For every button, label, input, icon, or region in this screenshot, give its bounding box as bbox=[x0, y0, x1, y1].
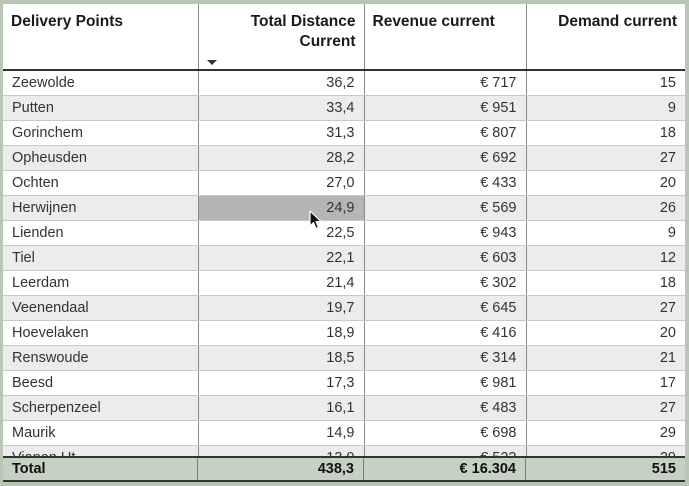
table-row[interactable]: Renswoude 18,5 € 314 21 bbox=[3, 345, 685, 371]
cell-total-distance[interactable]: 17,3 bbox=[198, 370, 365, 396]
table-row[interactable]: Veenendaal 19,7 € 645 27 bbox=[3, 295, 685, 321]
column-header-label: Delivery Points bbox=[11, 13, 123, 30]
cell-total-distance[interactable]: 16,1 bbox=[198, 395, 365, 421]
cell-delivery-point[interactable]: Renswoude bbox=[3, 345, 199, 371]
cell-revenue[interactable]: € 645 bbox=[364, 295, 527, 321]
cell-demand[interactable]: 18 bbox=[526, 120, 685, 146]
cell-revenue[interactable]: € 433 bbox=[364, 170, 527, 196]
cell-delivery-point[interactable]: Veenendaal bbox=[3, 295, 199, 321]
cell-total-distance[interactable]: 36,2 bbox=[198, 70, 365, 96]
cell-revenue[interactable]: € 717 bbox=[364, 70, 527, 96]
cell-total-distance[interactable]: 22,5 bbox=[198, 220, 365, 246]
table-body: Zeewolde 36,2 € 717 15 Putten 33,4 € 951 9 Gorin… bbox=[3, 70, 685, 471]
column-header-label: Revenue current bbox=[372, 13, 495, 30]
cell-total-distance[interactable]: 18,9 bbox=[198, 320, 365, 346]
table-row[interactable]: Beesd 17,3 € 981 17 bbox=[3, 370, 685, 396]
table-row[interactable]: Maurik 14,9 € 698 29 bbox=[3, 420, 685, 446]
column-header-label: Total Distance Current bbox=[250, 13, 356, 50]
cell-demand[interactable]: 27 bbox=[526, 295, 685, 321]
cell-total-distance[interactable]: 31,3 bbox=[198, 120, 365, 146]
cell-demand[interactable]: 9 bbox=[526, 220, 685, 246]
cell-delivery-point[interactable]: Scherpenzeel bbox=[3, 395, 199, 421]
cell-delivery-point[interactable]: Maurik bbox=[3, 420, 199, 446]
cell-demand[interactable]: 15 bbox=[526, 70, 685, 96]
cell-delivery-point[interactable]: Zeewolde bbox=[3, 70, 199, 96]
cell-revenue[interactable]: € 603 bbox=[364, 245, 527, 271]
cell-total-distance[interactable]: 27,0 bbox=[198, 170, 365, 196]
cell-delivery-point[interactable]: Opheusden bbox=[3, 145, 199, 171]
cell-demand[interactable]: 20 bbox=[526, 170, 685, 196]
mouse-pointer-icon bbox=[309, 210, 322, 230]
cell-revenue[interactable]: € 698 bbox=[364, 420, 527, 446]
total-label: Total bbox=[3, 458, 198, 480]
table-row[interactable]: Gorinchem 31,3 € 807 18 bbox=[3, 120, 685, 146]
cell-demand[interactable]: 21 bbox=[526, 345, 685, 371]
cell-delivery-point[interactable]: Lienden bbox=[3, 220, 199, 246]
cell-revenue[interactable]: € 943 bbox=[364, 220, 527, 246]
table-row[interactable]: Zeewolde 36,2 € 717 15 bbox=[3, 70, 685, 96]
table-row[interactable]: Opheusden 28,2 € 692 27 bbox=[3, 145, 685, 171]
cell-revenue[interactable]: € 692 bbox=[364, 145, 527, 171]
cell-total-distance[interactable]: 22,1 bbox=[198, 245, 365, 271]
cell-delivery-point[interactable]: Leerdam bbox=[3, 270, 199, 296]
cell-demand[interactable]: 20 bbox=[526, 320, 685, 346]
total-distance: 438,3 bbox=[198, 458, 364, 480]
cell-delivery-point[interactable]: Putten bbox=[3, 95, 199, 121]
cell-demand[interactable]: 12 bbox=[526, 245, 685, 271]
cell-demand[interactable]: 18 bbox=[526, 270, 685, 296]
total-row: Total 438,3 € 16.304 515 bbox=[3, 456, 685, 482]
column-header-total-distance[interactable]: Total Distance Current bbox=[198, 4, 365, 71]
table-row[interactable]: Ochten 27,0 € 433 20 bbox=[3, 170, 685, 196]
table-row[interactable]: Herwijnen 24,9 € 569 26 bbox=[3, 195, 685, 221]
table-row[interactable]: Leerdam 21,4 € 302 18 bbox=[3, 270, 685, 296]
cell-delivery-point[interactable]: Herwijnen bbox=[3, 195, 199, 221]
total-demand: 515 bbox=[651, 461, 676, 477]
table-row[interactable]: Tiel 22,1 € 603 12 bbox=[3, 245, 685, 271]
data-table: Delivery Points Total Distance Current R… bbox=[3, 4, 685, 471]
cell-demand[interactable]: 27 bbox=[526, 145, 685, 171]
table-row[interactable]: Scherpenzeel 16,1 € 483 27 bbox=[3, 395, 685, 421]
cell-total-distance[interactable]: 14,9 bbox=[198, 420, 365, 446]
cell-total-distance[interactable]: 33,4 bbox=[198, 95, 365, 121]
cell-revenue[interactable]: € 981 bbox=[364, 370, 527, 396]
table-row[interactable]: Hoevelaken 18,9 € 416 20 bbox=[3, 320, 685, 346]
cell-delivery-point[interactable]: Beesd bbox=[3, 370, 199, 396]
cell-demand[interactable]: 9 bbox=[526, 95, 685, 121]
cell-total-distance[interactable]: 19,7 bbox=[198, 295, 365, 321]
cell-revenue[interactable]: € 314 bbox=[364, 345, 527, 371]
column-header-revenue[interactable]: Revenue current bbox=[364, 4, 527, 71]
table-row[interactable]: Putten 33,4 € 951 9 bbox=[3, 95, 685, 121]
cell-revenue[interactable]: € 302 bbox=[364, 270, 527, 296]
cell-total-distance[interactable]: 24,9 bbox=[198, 195, 365, 221]
cell-revenue[interactable]: € 951 bbox=[364, 95, 527, 121]
column-header-delivery-points[interactable]: Delivery Points bbox=[3, 4, 199, 71]
cell-total-distance[interactable]: 21,4 bbox=[198, 270, 365, 296]
header-row: Delivery Points Total Distance Current R… bbox=[3, 4, 685, 71]
cell-delivery-point[interactable]: Hoevelaken bbox=[3, 320, 199, 346]
cell-demand[interactable]: 26 bbox=[526, 195, 685, 221]
sort-descending-icon[interactable] bbox=[206, 60, 217, 65]
cell-revenue[interactable]: € 807 bbox=[364, 120, 527, 146]
cell-total-distance[interactable]: 28,2 bbox=[198, 145, 365, 171]
cell-delivery-point[interactable]: Ochten bbox=[3, 170, 199, 196]
cell-revenue[interactable]: € 483 bbox=[364, 395, 527, 421]
column-header-label: Demand current bbox=[558, 13, 677, 30]
cell-delivery-point[interactable]: Tiel bbox=[3, 245, 199, 271]
cell-demand[interactable]: 17 bbox=[526, 370, 685, 396]
cell-demand[interactable]: 27 bbox=[526, 395, 685, 421]
cell-delivery-point[interactable]: Gorinchem bbox=[3, 120, 199, 146]
column-header-demand[interactable]: Demand current bbox=[526, 4, 685, 71]
cell-total-distance[interactable]: 18,5 bbox=[198, 345, 365, 371]
cell-revenue[interactable]: € 416 bbox=[364, 320, 527, 346]
cell-revenue[interactable]: € 569 bbox=[364, 195, 527, 221]
table-row[interactable]: Lienden 22,5 € 943 9 bbox=[3, 220, 685, 246]
total-revenue: € 16.304 bbox=[364, 458, 526, 480]
cell-demand[interactable]: 29 bbox=[526, 420, 685, 446]
table-visual: Delivery Points Total Distance Current R… bbox=[3, 4, 685, 482]
